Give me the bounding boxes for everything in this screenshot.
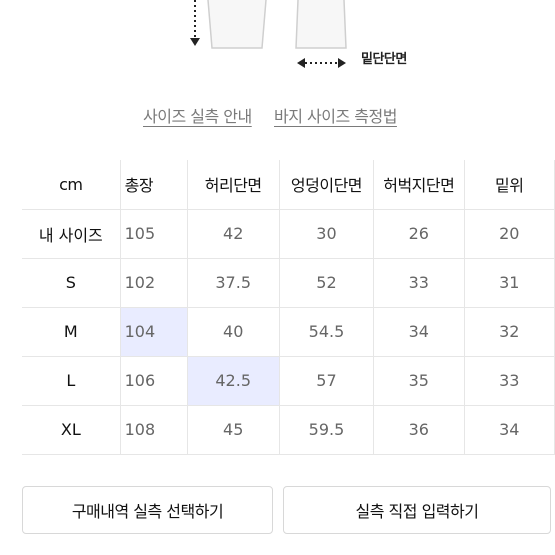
manual-measure-input-button[interactable]: 실측 직접 입력하기 bbox=[283, 486, 551, 534]
table-cell: 57 bbox=[278, 355, 375, 406]
table-cell: 40 bbox=[186, 306, 280, 357]
table-cell: 30 bbox=[278, 208, 375, 259]
table-cell: 34 bbox=[463, 404, 555, 455]
row-label-my-size: 내 사이즈 bbox=[22, 208, 121, 259]
table-cell: 33 bbox=[463, 355, 555, 406]
table-cell: 37.5 bbox=[186, 257, 280, 308]
header-unit: cm bbox=[22, 160, 121, 210]
table-cell: 34 bbox=[373, 306, 465, 357]
table-cell: 108 bbox=[119, 404, 188, 455]
table-cell: 54.5 bbox=[278, 306, 375, 357]
table-row[interactable]: L 106 42.5 57 35 33 bbox=[22, 355, 555, 406]
length-arrow-head bbox=[190, 38, 200, 46]
header-total-length: 총장 bbox=[119, 160, 188, 210]
hem-measure-label: 밑단단면 bbox=[361, 52, 407, 67]
table-cell: 42 bbox=[186, 208, 280, 259]
measure-guide-link[interactable]: 사이즈 실측 안내 bbox=[143, 103, 252, 127]
pants-left-leg bbox=[207, 0, 267, 49]
table-cell: 33 bbox=[373, 257, 465, 308]
header-thigh: 허벅지단면 bbox=[373, 160, 465, 210]
table-cell: 32 bbox=[463, 306, 555, 357]
table-cell-highlighted: 42.5 bbox=[186, 355, 280, 406]
row-label-m: M bbox=[22, 306, 121, 357]
table-header-row: cm 총장 허리단면 엉덩이단면 허벅지단면 밑위 bbox=[22, 160, 555, 210]
table-cell: 20 bbox=[463, 208, 555, 259]
size-table: cm 총장 허리단면 엉덩이단면 허벅지단면 밑위 내 사이즈 105 42 3… bbox=[22, 160, 555, 455]
hem-arrow-left-head bbox=[297, 58, 305, 68]
table-row[interactable]: M 104 40 54.5 34 32 bbox=[22, 306, 555, 357]
row-label-xl: XL bbox=[22, 404, 121, 455]
table-cell: 52 bbox=[278, 257, 375, 308]
row-label-l: L bbox=[22, 355, 121, 406]
pants-measure-method-link[interactable]: 바지 사이즈 측정법 bbox=[274, 103, 397, 127]
table-cell: 31 bbox=[463, 257, 555, 308]
header-hip: 엉덩이단면 bbox=[278, 160, 375, 210]
select-purchase-history-measure-button[interactable]: 구매내역 실측 선택하기 bbox=[22, 486, 273, 534]
table-cell: 102 bbox=[119, 257, 188, 308]
guide-links: 사이즈 실측 안내 바지 사이즈 측정법 bbox=[0, 103, 555, 127]
pants-right-leg bbox=[295, 0, 347, 49]
table-cell: 35 bbox=[373, 355, 465, 406]
table-cell: 45 bbox=[186, 404, 280, 455]
pants-diagram bbox=[190, 0, 347, 68]
table-cell: 26 bbox=[373, 208, 465, 259]
table-cell-highlighted: 104 bbox=[119, 306, 188, 357]
table-row[interactable]: 내 사이즈 105 42 30 26 20 bbox=[22, 208, 555, 259]
table-cell: 36 bbox=[373, 404, 465, 455]
table-row[interactable]: XL 108 45 59.5 36 34 bbox=[22, 404, 555, 455]
table-cell: 59.5 bbox=[278, 404, 375, 455]
table-row[interactable]: S 102 37.5 52 33 31 bbox=[22, 257, 555, 308]
table-cell: 106 bbox=[119, 355, 188, 406]
header-waist: 허리단면 bbox=[186, 160, 280, 210]
header-rise: 밑위 bbox=[463, 160, 555, 210]
hem-arrow-right-head bbox=[338, 58, 346, 68]
row-label-s: S bbox=[22, 257, 121, 308]
table-cell: 105 bbox=[119, 208, 188, 259]
